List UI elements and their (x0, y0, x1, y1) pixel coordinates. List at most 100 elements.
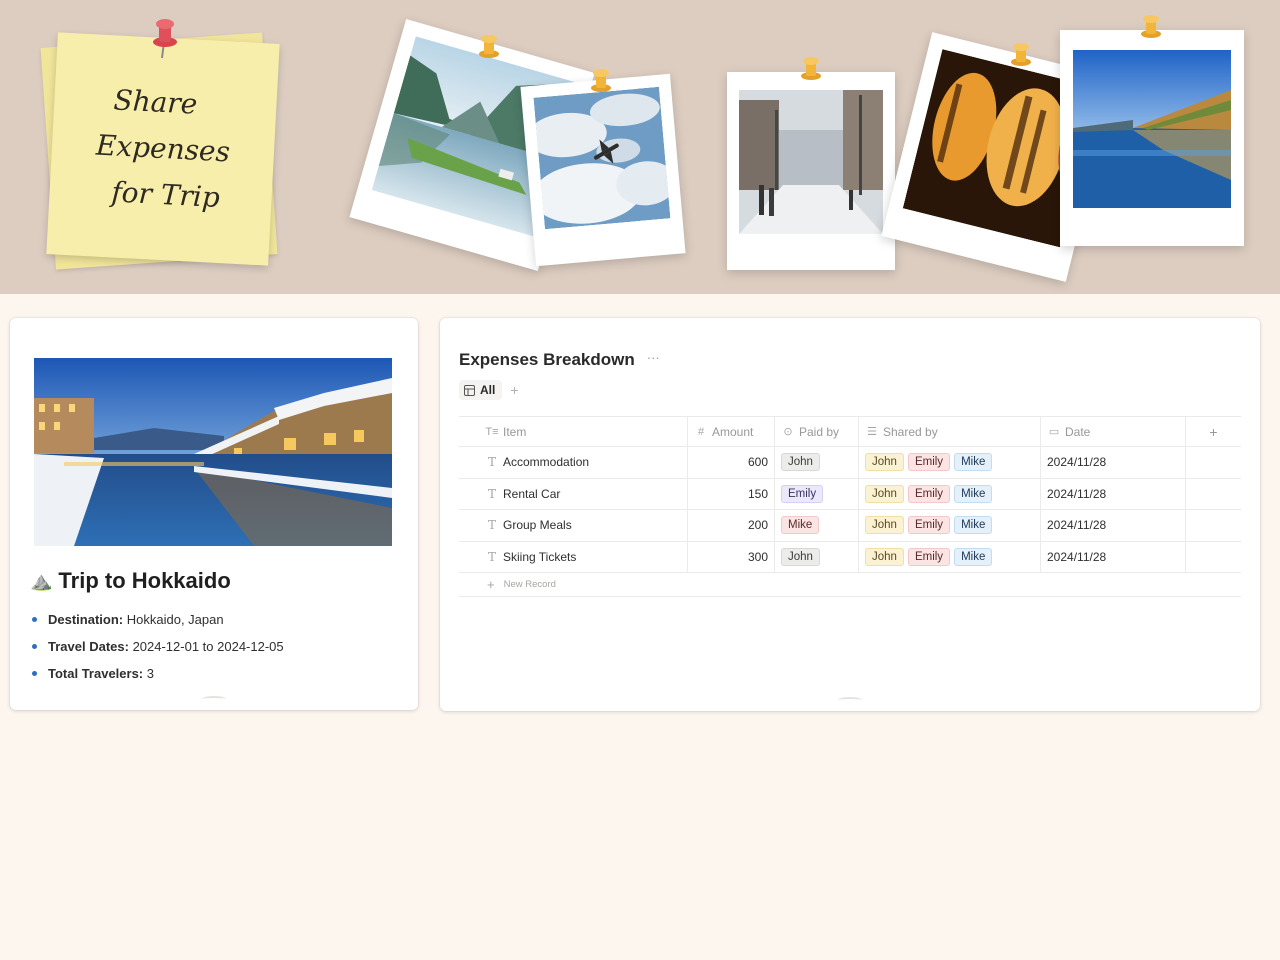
calendar-icon: ▭ (1048, 426, 1060, 438)
cell-date[interactable]: 2024/11/28 (1041, 478, 1186, 509)
shared-tag: Mike (954, 453, 993, 472)
shared-tag: Emily (907, 484, 951, 503)
add-column-plus: + (1209, 423, 1218, 440)
amount-text: 200 (747, 518, 768, 533)
hokkaido-canal-photo (34, 358, 392, 546)
column-header-amount[interactable]: # Amount (688, 417, 775, 446)
column-label: Date (1065, 424, 1091, 439)
column-label: Paid by (799, 424, 840, 439)
shared-tag: John (865, 547, 904, 566)
column-label: Shared by (883, 424, 938, 439)
cell-paid-by[interactable]: Mike (775, 510, 859, 541)
cell-amount[interactable]: 150 (688, 478, 775, 509)
sticky-note-line: for Trip (110, 175, 221, 215)
shared-tag: Emily (907, 516, 951, 535)
date-text: 2024/11/28 (1047, 455, 1107, 470)
text-type-icon: T (487, 486, 496, 501)
detail-value: 3 (146, 666, 154, 681)
cell-shared-by[interactable]: John Emily Mike (859, 478, 1041, 509)
trip-title: ⛰️ Trip to Hokkaido (30, 568, 231, 594)
expenses-table: T≡ Item # Amount ⊙ Paid by ☰ Shared by ▭ Date… (459, 416, 1241, 597)
cell-empty (1186, 542, 1241, 573)
paid-by-tag: Mike (781, 516, 820, 535)
shared-tag: Emily (907, 547, 951, 566)
detail-value: Hokkaido, Japan (126, 612, 224, 627)
table-header-row: T≡ Item # Amount ⊙ Paid by ☰ Shared by ▭ Date… (459, 417, 1241, 447)
polaroid-photo (1060, 30, 1244, 246)
plus-icon: + (487, 577, 495, 592)
item-text: Accommodation (503, 455, 590, 470)
table-view-icon (464, 384, 475, 396)
multi-select-list-icon: ☰ (867, 426, 877, 438)
cell-paid-by[interactable]: John (775, 541, 859, 572)
cell-date[interactable]: 2024/11/28 (1041, 447, 1186, 478)
cell-shared-by[interactable]: John Emily Mike (859, 541, 1041, 572)
cell-paid-by[interactable]: John (775, 447, 859, 478)
text-type-icon: T (487, 518, 496, 533)
tab-all-label: All (480, 383, 496, 397)
text-list-icon: T≡ (485, 425, 499, 438)
column-header-date[interactable]: ▭ Date (1041, 417, 1186, 446)
cell-shared-by[interactable]: John Emily Mike (859, 510, 1041, 541)
sticky-note-line: Share (112, 83, 199, 121)
table-row[interactable]: T Group Meals 200 Mike John Emily Mike 2024… (459, 510, 1241, 542)
tab-all[interactable]: All (459, 380, 503, 400)
view-tabs: All + (459, 380, 519, 400)
new-record-button[interactable]: + New Record (459, 573, 1241, 597)
cell-paid-by[interactable]: Emily (775, 478, 859, 509)
cell-amount[interactable]: 200 (688, 510, 775, 541)
table-row[interactable]: T Skiing Tickets 300 John John Emily Mike 2… (459, 541, 1241, 573)
cell-item[interactable]: T Group Meals (459, 510, 688, 541)
amount-text: 600 (747, 455, 768, 470)
column-header-shared-by[interactable]: ☰ Shared by (859, 417, 1041, 446)
cell-date[interactable]: 2024/11/28 (1041, 541, 1186, 572)
sticky-note: Share Expenses for Trip (46, 32, 280, 266)
yellow-pushpin-icon (1141, 15, 1161, 38)
yellow-pushpin-icon (479, 35, 499, 58)
resize-handle[interactable] (202, 696, 226, 702)
snowy-street-photo (739, 90, 883, 234)
add-view-button[interactable]: + (510, 382, 518, 398)
text-type-icon: T (487, 455, 496, 470)
shared-tag: Emily (907, 453, 951, 472)
column-label: Amount (712, 424, 754, 439)
shared-tag: John (865, 516, 904, 535)
paid-by-tag: Emily (781, 484, 824, 503)
expenses-title-text: Expenses Breakdown (459, 350, 635, 369)
yellow-pushpin-icon (1011, 43, 1031, 66)
trip-detail-travelers: Total Travelers: 3 (32, 660, 284, 687)
column-header-paid-by[interactable]: ⊙ Paid by (775, 417, 859, 446)
red-pushpin-icon (153, 19, 177, 59)
resize-handle[interactable] (838, 697, 862, 703)
cell-item[interactable]: T Skiing Tickets (459, 541, 688, 572)
cell-amount[interactable]: 600 (688, 447, 775, 478)
cell-empty (1186, 447, 1241, 478)
sticky-note-line: Expenses (95, 128, 231, 169)
table-row[interactable]: T Accommodation 600 John John Emily Mike 20… (459, 447, 1241, 479)
polaroid-photo (520, 73, 686, 267)
cell-item[interactable]: T Accommodation (459, 447, 688, 478)
date-text: 2024/11/28 (1047, 518, 1107, 533)
date-text: 2024/11/28 (1047, 549, 1107, 564)
detail-label: Total Travelers: (48, 666, 144, 681)
new-record-label: New Record (503, 579, 556, 590)
yellow-pushpin-icon (591, 69, 611, 92)
cell-item[interactable]: T Rental Car (459, 478, 688, 509)
cell-amount[interactable]: 300 (688, 541, 775, 572)
add-column-button[interactable]: + (1186, 417, 1241, 446)
table-row[interactable]: T Rental Car 150 Emily John Emily Mike 2024… (459, 478, 1241, 510)
detail-label: Travel Dates: (48, 639, 129, 654)
paid-by-tag: John (781, 453, 820, 472)
date-text: 2024/11/28 (1047, 486, 1107, 501)
text-type-icon: T (487, 549, 496, 564)
trip-title-text: Trip to Hokkaido (58, 568, 231, 593)
cell-empty (1186, 479, 1241, 510)
cell-date[interactable]: 2024/11/28 (1041, 510, 1186, 541)
cell-shared-by[interactable]: John Emily Mike (859, 447, 1041, 478)
more-options-icon[interactable]: ··· (647, 350, 660, 365)
amount-text: 150 (747, 486, 768, 501)
shared-tag: Mike (954, 484, 993, 503)
trip-detail-destination: Destination: Hokkaido, Japan (32, 606, 284, 633)
column-header-item[interactable]: T≡ Item (459, 417, 688, 446)
trip-info-card: ⛰️ Trip to Hokkaido Destination: Hokkaid… (10, 318, 418, 710)
